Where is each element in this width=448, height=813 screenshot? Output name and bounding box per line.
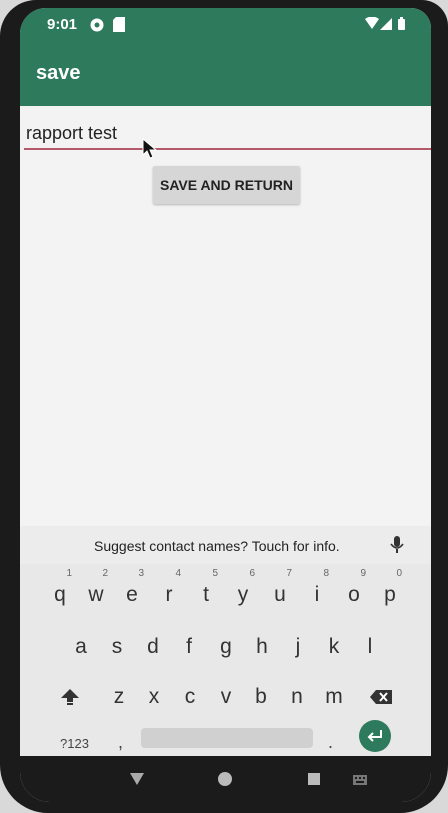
backspace-icon (370, 690, 392, 704)
key-l[interactable]: l (352, 624, 388, 670)
screen: 9:01 save SAVE AND RE (20, 8, 431, 802)
key-m[interactable]: m (316, 674, 352, 720)
key-j[interactable]: j (280, 624, 316, 670)
key-k[interactable]: k (316, 624, 352, 670)
key-t[interactable]: t5 (188, 568, 224, 618)
phone-frame: 9:01 save SAVE AND RE (0, 0, 448, 813)
symbols-key[interactable]: ?123 (60, 736, 89, 751)
space-bar[interactable] (141, 728, 313, 748)
key-g[interactable]: g (208, 624, 244, 670)
key-w[interactable]: w2 (78, 568, 114, 618)
comma-key[interactable]: , (118, 732, 123, 753)
key-u[interactable]: u7 (262, 568, 298, 618)
key-c[interactable]: c (172, 674, 208, 720)
key-p[interactable]: p0 (372, 568, 408, 618)
key-r[interactable]: r4 (151, 568, 187, 618)
sd-card-icon (113, 17, 125, 32)
app-bar: save (20, 42, 431, 106)
key-o[interactable]: o9 (336, 568, 372, 618)
key-i[interactable]: i8 (299, 568, 335, 618)
shift-arrow-icon (61, 689, 79, 705)
soft-keyboard: Suggest contact names? Touch for info. q… (20, 526, 431, 756)
main-content: SAVE AND RETURN (20, 106, 431, 526)
key-y[interactable]: y6 (225, 568, 261, 618)
key-e[interactable]: e3 (114, 568, 150, 618)
status-bar: 9:01 (20, 8, 431, 42)
period-key[interactable]: . (328, 732, 333, 753)
home-icon[interactable] (218, 772, 232, 786)
cell-signal-icon (380, 18, 392, 30)
keyboard-switch-icon[interactable] (353, 775, 367, 785)
key-d[interactable]: d (135, 624, 171, 670)
navigation-bar (20, 756, 431, 802)
text-input[interactable] (24, 118, 431, 150)
app-notification-icon (90, 18, 104, 32)
back-icon[interactable] (130, 773, 144, 785)
app-title: save (36, 62, 81, 84)
recents-icon[interactable] (308, 773, 320, 785)
status-time: 9:01 (47, 16, 78, 33)
key-s[interactable]: s (99, 624, 135, 670)
wifi-icon (365, 17, 379, 29)
enter-button[interactable] (359, 720, 391, 752)
suggestion-text: Suggest contact names? Touch for info. (94, 538, 340, 554)
mouse-pointer-icon (142, 138, 158, 159)
key-z[interactable]: z (101, 674, 137, 720)
key-b[interactable]: b (243, 674, 279, 720)
key-h[interactable]: h (244, 624, 280, 670)
backspace-key[interactable] (363, 674, 399, 720)
key-n[interactable]: n (279, 674, 315, 720)
key-a[interactable]: a (63, 624, 99, 670)
suggestion-strip[interactable]: Suggest contact names? Touch for info. (20, 526, 431, 564)
key-x[interactable]: x (136, 674, 172, 720)
save-and-return-button[interactable]: SAVE AND RETURN (153, 166, 300, 204)
microphone-icon[interactable] (390, 536, 404, 554)
key-f[interactable]: f (171, 624, 207, 670)
key-v[interactable]: v (208, 674, 244, 720)
battery-icon (398, 17, 405, 30)
shift-key[interactable] (52, 674, 88, 720)
key-q[interactable]: q1 (42, 568, 78, 618)
enter-arrow-icon (367, 730, 382, 742)
